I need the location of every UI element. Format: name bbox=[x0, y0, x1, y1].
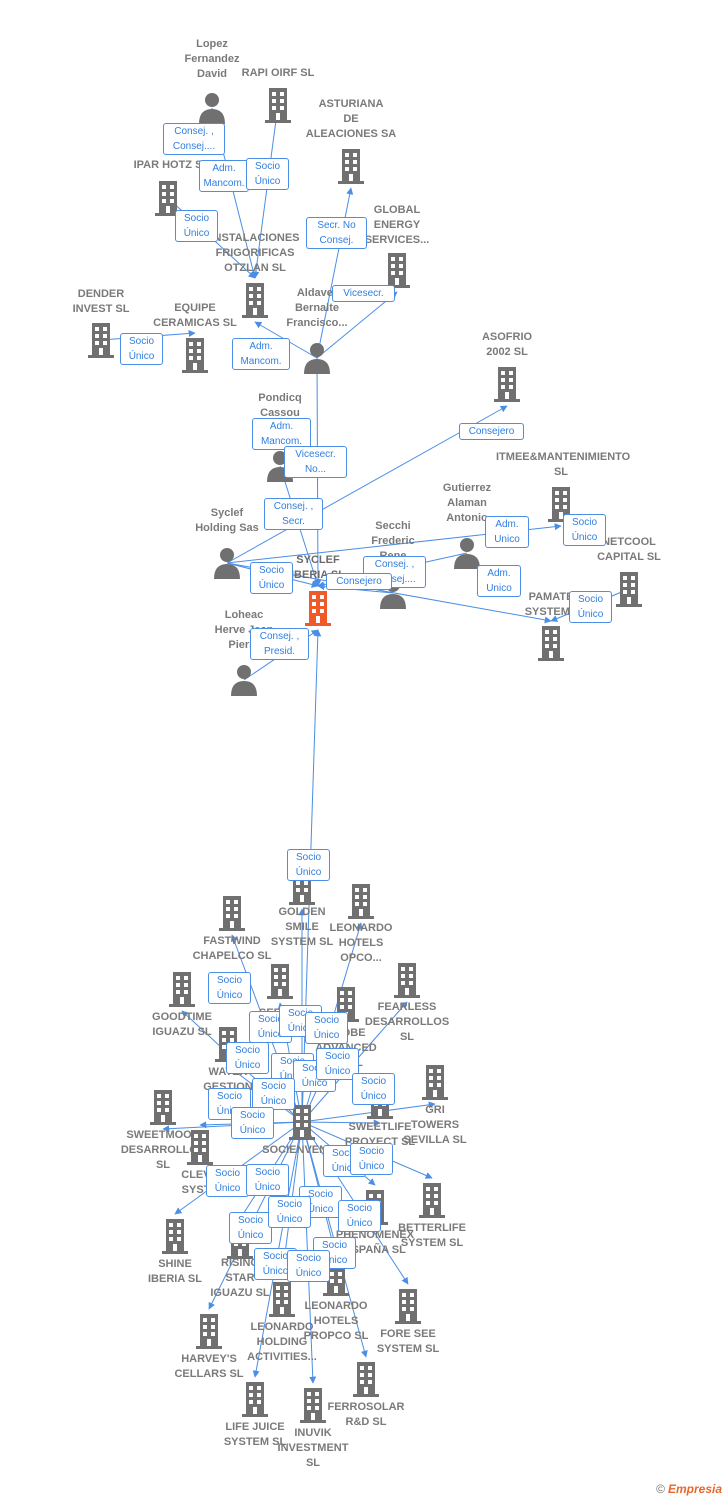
node-label[interactable]: HARVEY'S CELLARS SL bbox=[144, 1352, 274, 1382]
building-icon[interactable] bbox=[390, 962, 424, 998]
edge-role-label: Consej. , Presid. bbox=[250, 628, 309, 660]
edge-role-label: Socio Único bbox=[287, 849, 330, 881]
edge-role-label: Adm. Mancom. bbox=[199, 160, 249, 192]
building-icon[interactable] bbox=[612, 571, 646, 607]
building-icon[interactable] bbox=[391, 1288, 425, 1324]
edge-role-label: Socio Único bbox=[226, 1042, 269, 1074]
person-icon[interactable] bbox=[227, 662, 261, 698]
edge-role-label: Consejero bbox=[459, 423, 524, 440]
building-icon[interactable] bbox=[183, 1129, 217, 1165]
node-label[interactable]: ASOFRIO 2002 SL bbox=[442, 330, 572, 360]
edge-role-label: Socio Único bbox=[352, 1073, 395, 1105]
edge-role-label: Socio Único bbox=[246, 158, 289, 190]
edge-role-label: Socio Único bbox=[120, 333, 163, 365]
edge-role-label: Socio Único bbox=[305, 1012, 348, 1044]
edge-role-label: Vicesecr. No... bbox=[284, 446, 347, 478]
building-icon[interactable] bbox=[238, 1381, 272, 1417]
building-icon[interactable] bbox=[165, 971, 199, 1007]
edge-role-label: Consejero bbox=[326, 573, 392, 590]
building-icon[interactable] bbox=[215, 895, 249, 931]
node-label[interactable]: EQUIPE CERAMICAS SL bbox=[130, 301, 260, 331]
edge-role-label: Socio Único bbox=[246, 1164, 289, 1196]
node-label[interactable]: RAPI OIRF SL bbox=[213, 66, 343, 81]
building-icon[interactable] bbox=[344, 883, 378, 919]
edge-role-label: Socio Único bbox=[287, 1250, 330, 1282]
node-label[interactable]: FASTWIND CHAPELCO SL bbox=[167, 934, 297, 964]
building-icon[interactable] bbox=[178, 337, 212, 373]
node-label[interactable]: Pondicq Cassou bbox=[215, 391, 345, 421]
edge-role-label: Socio Único bbox=[569, 591, 612, 623]
edge-role-label: Adm. Unico bbox=[485, 516, 529, 548]
edge-role-label: Adm. Mancom. bbox=[232, 338, 290, 370]
building-icon[interactable] bbox=[418, 1064, 452, 1100]
building-icon[interactable] bbox=[334, 148, 368, 184]
edge-role-label: Vicesecr. bbox=[332, 285, 395, 302]
person-icon[interactable] bbox=[300, 340, 334, 376]
edge-role-label: Socio Único bbox=[350, 1143, 393, 1175]
person-icon[interactable] bbox=[210, 545, 244, 581]
edge-role-label: Socio Único bbox=[231, 1107, 274, 1139]
node-label[interactable]: ASTURIANA DE ALEACIONES SA bbox=[286, 97, 416, 142]
building-icon[interactable] bbox=[415, 1182, 449, 1218]
brand-logo: Empresia bbox=[667, 1482, 722, 1496]
person-icon[interactable] bbox=[195, 90, 229, 126]
building-icon[interactable] bbox=[296, 1387, 330, 1423]
edge-role-label: Adm. Unico bbox=[477, 565, 521, 597]
copyright-icon: © bbox=[656, 1482, 665, 1496]
building-icon[interactable] bbox=[84, 322, 118, 358]
edge-role-label: Socio Único bbox=[250, 562, 293, 594]
building-icon[interactable] bbox=[490, 366, 524, 402]
node-label[interactable]: FORE SEE SYSTEM SL bbox=[343, 1327, 473, 1357]
building-icon[interactable] bbox=[192, 1313, 226, 1349]
node-label[interactable]: ITMEE&MANTENIMIENTO SL bbox=[496, 450, 630, 480]
node-label[interactable]: INUVIK INVESTMENT SL bbox=[248, 1426, 378, 1471]
building-icon[interactable] bbox=[349, 1361, 383, 1397]
edge-role-label: Socio Único bbox=[252, 1078, 295, 1110]
edge-role-label: Consej. , Consej.... bbox=[163, 123, 225, 155]
node-label[interactable]: LEONARDO HOTELS OPCO... bbox=[296, 921, 426, 966]
building-icon[interactable] bbox=[158, 1218, 192, 1254]
building-icon[interactable] bbox=[263, 963, 297, 999]
edge-role-label: Socio Único bbox=[208, 972, 251, 1004]
building-icon[interactable] bbox=[146, 1089, 180, 1125]
empresia-footer[interactable]: © Empresia bbox=[656, 1482, 722, 1496]
building-icon[interactable] bbox=[380, 252, 414, 288]
edge-role-label: Socio Único bbox=[563, 514, 606, 546]
edge-role-label: Consej. , Secr. bbox=[264, 498, 323, 530]
edge-role-label: Socio Único bbox=[268, 1196, 311, 1228]
edge-role-label: Socio Único bbox=[229, 1212, 272, 1244]
edge-role-label: Socio Único bbox=[338, 1200, 381, 1232]
edge-role-label: Secr. No Consej. bbox=[306, 217, 367, 249]
edge-role-label: Socio Único bbox=[206, 1165, 249, 1197]
building-icon[interactable] bbox=[534, 625, 568, 661]
edge-role-label: Socio Único bbox=[175, 210, 218, 242]
